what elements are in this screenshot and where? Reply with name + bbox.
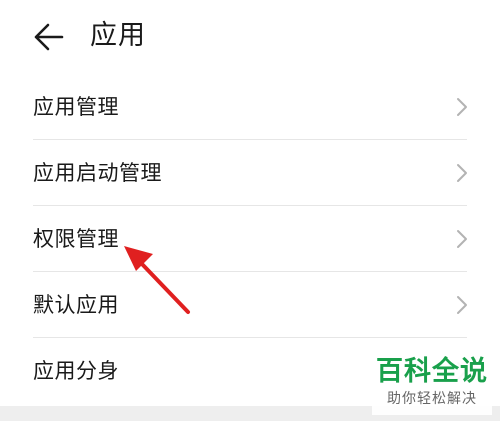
menu-item-app-management[interactable]: 应用管理 <box>0 74 500 140</box>
menu-item-permission-management[interactable]: 权限管理 <box>0 206 500 272</box>
menu-item-app-launch-management[interactable]: 应用启动管理 <box>0 140 500 206</box>
back-button[interactable] <box>30 20 70 54</box>
menu-item-default-apps[interactable]: 默认应用 <box>0 272 500 338</box>
menu-item-label: 应用管理 <box>33 95 119 119</box>
watermark-sub-text: 助你轻松解决 <box>387 391 477 407</box>
chevron-right-icon <box>457 98 467 116</box>
chevron-right-icon <box>457 164 467 182</box>
menu-item-label: 默认应用 <box>33 293 119 317</box>
watermark-main-text: 百科全说 <box>376 356 488 387</box>
menu-item-label: 应用启动管理 <box>33 161 162 185</box>
menu-item-label: 应用分身 <box>33 359 119 383</box>
chevron-right-icon <box>457 230 467 248</box>
app-header: 应用 <box>0 0 500 74</box>
arrow-left-icon <box>34 23 64 51</box>
page-title: 应用 <box>90 20 146 51</box>
chevron-right-icon <box>457 296 467 314</box>
watermark-logo: 百科全说 助你轻松解决 <box>372 355 492 415</box>
menu-item-label: 权限管理 <box>33 227 119 251</box>
